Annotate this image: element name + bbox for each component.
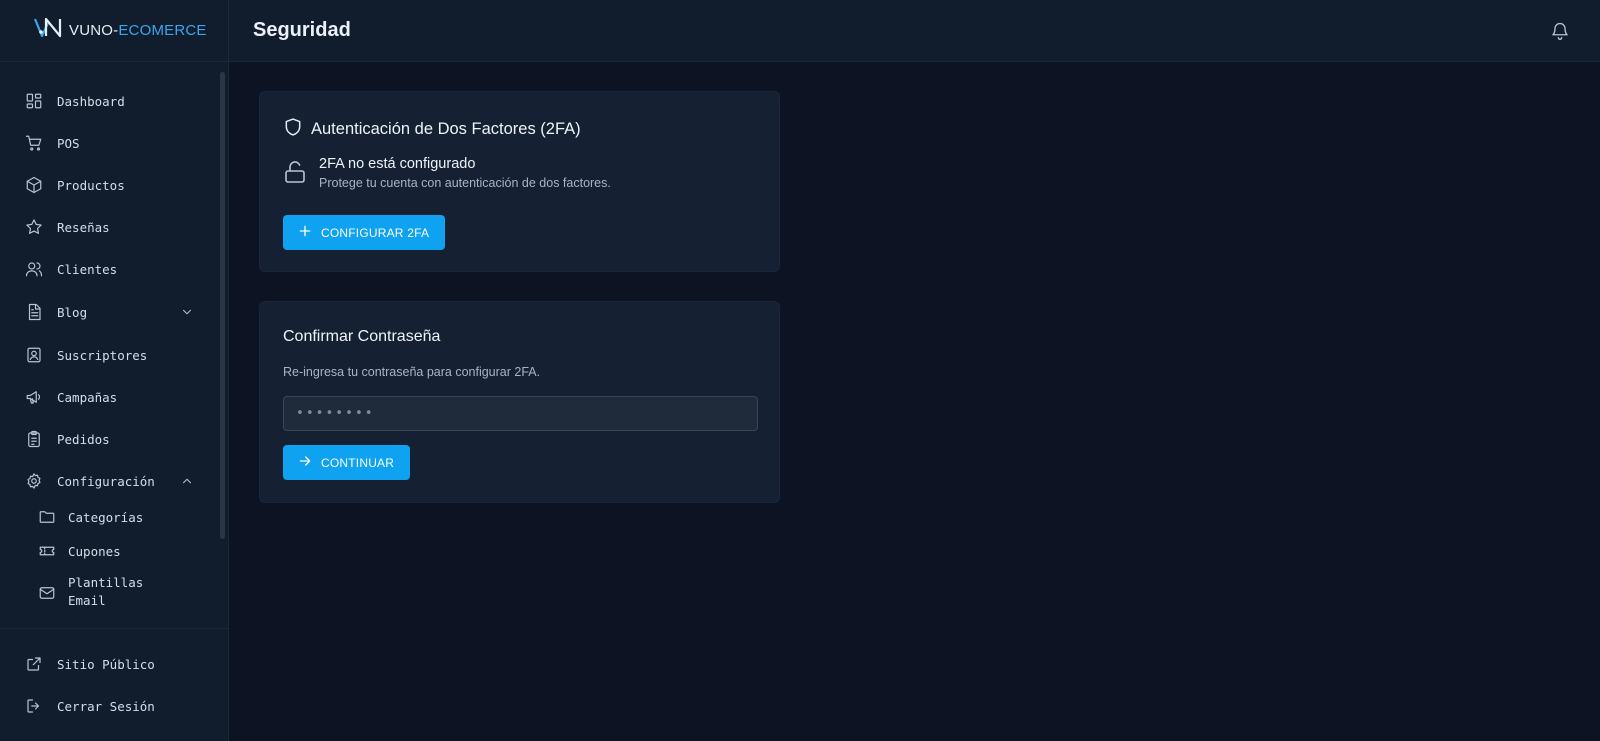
configure-2fa-button[interactable]: CONFIGURAR 2FA — [283, 215, 446, 250]
sidebar-item-label: Cupones — [68, 543, 121, 559]
sidebar-item-label: Configuración — [57, 473, 155, 489]
sidebar-subitem-plantillas-email[interactable]: Plantillas Email — [0, 574, 210, 614]
sidebar-divider — [0, 628, 229, 629]
sidebar-item-label: Plantillas Email — [68, 575, 144, 608]
sidebar-item-cerrar-sesion[interactable]: Cerrar Sesión — [0, 691, 210, 721]
sidebar-item-productos[interactable]: Productos — [0, 170, 210, 200]
arrow-right-icon — [297, 453, 321, 472]
sidebar-item-label: Categorías — [68, 509, 144, 525]
mail-icon — [38, 584, 56, 602]
sidebar-item-suscriptores[interactable]: Suscriptores — [0, 340, 210, 370]
sidebar-item-campanas[interactable]: Campañas — [0, 382, 210, 412]
users-icon — [25, 260, 43, 278]
box-icon — [25, 176, 43, 194]
logo-icon — [33, 16, 69, 45]
twofa-card: Autenticación de Dos Factores (2FA) 2FA … — [259, 91, 780, 272]
cart-icon — [25, 134, 43, 152]
sidebar-item-label: Sitio Público — [57, 656, 155, 672]
folder-icon — [38, 508, 56, 526]
continue-button[interactable]: CONTINUAR — [283, 445, 411, 480]
sidebar-item-label: Clientes — [57, 261, 118, 277]
sidebar-item-label: Suscriptores — [57, 347, 148, 363]
sidebar-scrollbar[interactable] — [220, 72, 225, 539]
sidebar-nav: Dashboard POS Productos Reseñas Clientes… — [0, 62, 229, 628]
external-link-icon — [25, 655, 43, 673]
twofa-card-title: Autenticación de Dos Factores (2FA) — [283, 117, 581, 142]
sidebar-item-dashboard[interactable]: Dashboard — [0, 86, 210, 116]
contact-card-icon — [25, 346, 43, 364]
sidebar-item-label: Dashboard — [57, 93, 125, 109]
bell-icon[interactable] — [1550, 21, 1570, 41]
plus-icon — [297, 223, 321, 242]
sidebar-item-label: Campañas — [57, 389, 118, 405]
brand-logo[interactable]: VUNO-ECOMERCE — [0, 0, 228, 62]
unlock-icon — [283, 160, 307, 190]
page-title: Seguridad — [253, 19, 351, 41]
twofa-status: 2FA no está configurado Protege tu cuent… — [283, 156, 611, 190]
ticket-icon — [38, 542, 56, 560]
sidebar-item-pedidos[interactable]: Pedidos — [0, 424, 210, 454]
password-card-title: Confirmar Contraseña — [283, 328, 441, 345]
megaphone-icon — [25, 388, 43, 406]
chevron-down-icon[interactable] — [180, 305, 194, 319]
top-header: Seguridad — [229, 0, 1600, 62]
clipboard-icon — [25, 430, 43, 448]
star-icon — [25, 218, 43, 236]
dashboard-icon — [25, 92, 43, 110]
twofa-status-desc: Protege tu cuenta con autenticación de d… — [319, 176, 611, 190]
twofa-status-title: 2FA no está configurado — [319, 156, 476, 172]
sidebar-item-blog[interactable]: Blog — [0, 297, 210, 327]
sidebar-item-pos[interactable]: POS — [0, 128, 210, 158]
sidebar-item-label: Cerrar Sesión — [57, 698, 155, 714]
password-card-desc: Re-ingresa tu contraseña para configurar… — [283, 365, 541, 379]
sidebar-item-clientes[interactable]: Clientes — [0, 254, 210, 284]
password-input[interactable] — [283, 396, 758, 431]
sidebar-item-label: Pedidos — [57, 431, 110, 447]
sidebar-item-label: Productos — [57, 177, 125, 193]
password-card: Confirmar Contraseña Re-ingresa tu contr… — [259, 301, 780, 503]
sidebar-item-configuracion[interactable]: Configuración — [0, 466, 210, 496]
shield-icon — [283, 117, 311, 142]
logout-icon — [25, 697, 43, 715]
sidebar-subitem-categorias[interactable]: Categorías — [0, 502, 210, 532]
document-icon — [25, 303, 43, 321]
sidebar: VUNO-ECOMERCE Dashboard POS Productos Re… — [0, 0, 229, 741]
sidebar-item-resenas[interactable]: Reseñas — [0, 212, 210, 242]
sidebar-item-label: Reseñas — [57, 219, 110, 235]
sidebar-item-label: POS — [57, 135, 80, 151]
sidebar-subitem-cupones[interactable]: Cupones — [0, 536, 210, 566]
brand-name: VUNO-ECOMERCE — [69, 22, 207, 39]
gear-icon — [25, 472, 43, 490]
sidebar-item-sitio-publico[interactable]: Sitio Público — [0, 649, 210, 679]
chevron-up-icon[interactable] — [180, 474, 194, 488]
sidebar-item-label: Blog — [57, 304, 88, 320]
